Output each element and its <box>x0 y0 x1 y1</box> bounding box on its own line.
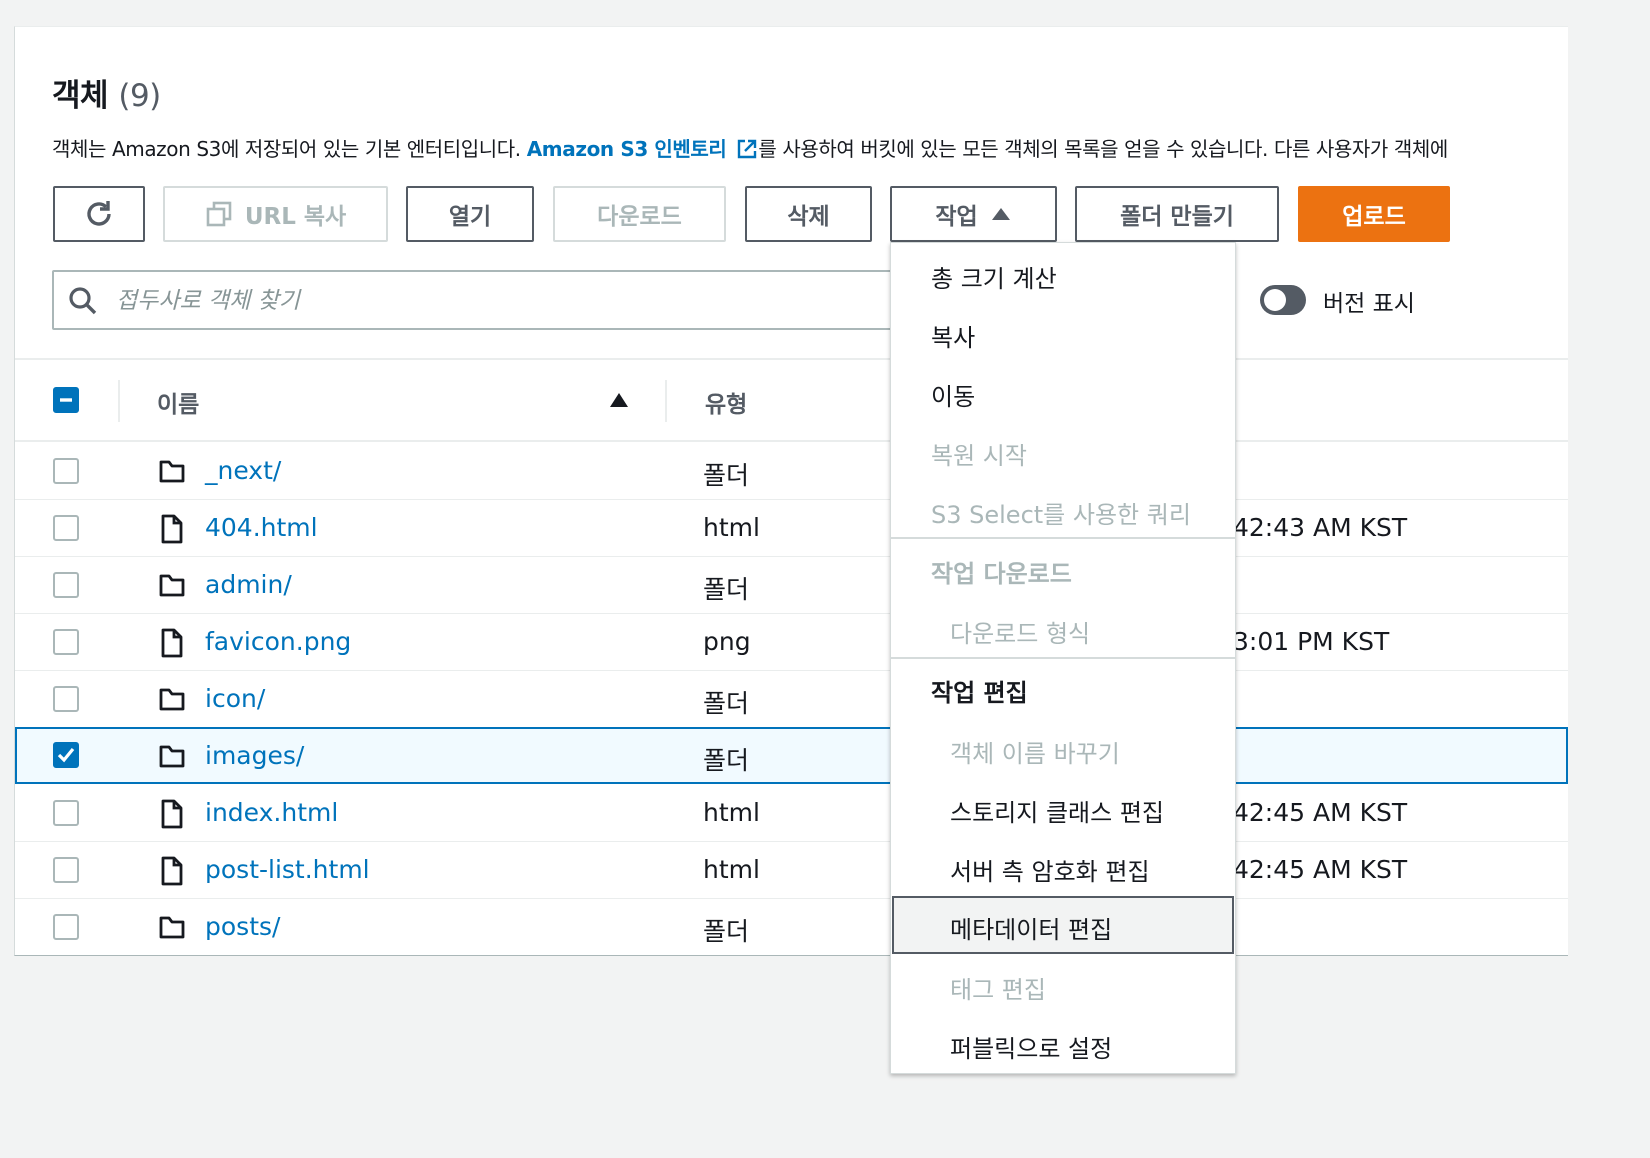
table-row[interactable]: icon/ 폴더 <box>15 671 1568 728</box>
object-type: png <box>703 627 751 656</box>
show-versions-label: 버전 표시 <box>1323 291 1415 317</box>
object-last-modified: 42:45 AM KST <box>1233 855 1408 884</box>
row-checkbox[interactable] <box>53 914 79 940</box>
table-top-divider <box>15 358 1568 360</box>
table-row-selected[interactable]: images/ 폴더 <box>15 727 1568 784</box>
menu-item-initiate-restore[interactable]: 복원 시작 <box>931 436 1027 471</box>
row-checkbox[interactable] <box>53 572 79 598</box>
open-button[interactable]: 열기 <box>406 186 534 242</box>
search-input[interactable] <box>114 280 898 322</box>
row-checkbox[interactable] <box>53 742 79 768</box>
row-checkbox[interactable] <box>53 857 79 883</box>
folder-icon <box>159 574 185 597</box>
object-last-modified: 42:45 AM KST <box>1233 798 1408 827</box>
menu-item-download-as[interactable]: 다운로드 형식 <box>950 614 1090 649</box>
delete-button[interactable]: 삭제 <box>745 186 872 242</box>
file-icon <box>161 514 183 544</box>
row-checkbox[interactable] <box>53 800 79 826</box>
menu-item-query-with-s3-select[interactable]: S3 Select를 사용한 쿼리 <box>931 495 1191 530</box>
object-type: 폴더 <box>703 689 750 718</box>
file-icon <box>161 799 183 829</box>
column-separator <box>665 380 667 422</box>
copy-url-button[interactable]: URL 복사 <box>163 186 388 242</box>
folder-icon <box>159 460 185 483</box>
create-folder-button[interactable]: 폴더 만들기 <box>1075 186 1279 242</box>
menu-item-edit-tags[interactable]: 태그 편집 <box>950 970 1046 1005</box>
object-last-modified: 42:43 AM KST <box>1233 513 1408 542</box>
object-type: 폴더 <box>703 575 750 604</box>
object-name-link[interactable]: favicon.png <box>205 627 351 656</box>
object-count: (9) <box>118 78 161 114</box>
actions-menu: 총 크기 계산 복사 이동 복원 시작 S3 Select를 사용한 쿼리 작업… <box>890 242 1236 1074</box>
page-title: 객체 (9) <box>52 78 161 114</box>
row-checkbox[interactable] <box>53 629 79 655</box>
object-last-modified: 3:01 PM KST <box>1233 627 1390 656</box>
row-checkbox[interactable] <box>53 515 79 541</box>
object-type: html <box>703 513 760 542</box>
object-name-link[interactable]: index.html <box>205 798 338 827</box>
copy-icon <box>206 201 232 227</box>
file-icon <box>161 628 183 658</box>
refresh-button[interactable] <box>53 186 145 242</box>
column-header-name[interactable]: 이름 <box>157 385 199 419</box>
object-name-link[interactable]: 404.html <box>205 513 318 542</box>
sort-ascending-icon[interactable] <box>608 391 630 409</box>
table-header-divider <box>15 440 1568 442</box>
object-name-link[interactable]: admin/ <box>205 570 292 599</box>
indeterminate-icon <box>60 398 72 402</box>
inventory-link[interactable]: Amazon S3 인벤토리 <box>527 137 727 161</box>
external-link-icon[interactable] <box>736 138 758 160</box>
object-type: 폴더 <box>703 461 750 490</box>
object-name-link[interactable]: posts/ <box>205 912 280 941</box>
menu-item-make-public[interactable]: 퍼블릭으로 설정 <box>950 1029 1112 1064</box>
menu-item-edit-encryption[interactable]: 서버 측 암호화 편집 <box>950 852 1150 887</box>
object-type: 폴더 <box>703 746 750 775</box>
download-button[interactable]: 다운로드 <box>553 186 726 242</box>
object-name-link[interactable]: images/ <box>205 741 304 770</box>
object-type: 폴더 <box>703 917 750 946</box>
toggle-knob <box>1264 289 1286 311</box>
menu-group-download-actions: 작업 다운로드 <box>931 560 1072 588</box>
actions-button[interactable]: 작업 <box>890 186 1057 242</box>
folder-icon <box>159 688 185 711</box>
menu-divider <box>891 537 1235 539</box>
object-name-link[interactable]: _next/ <box>205 456 281 485</box>
object-name-link[interactable]: post-list.html <box>205 855 370 884</box>
table-row[interactable]: 404.html html 42:43 AM KST <box>15 500 1568 557</box>
table-row[interactable]: admin/ 폴더 <box>15 557 1568 614</box>
object-name-link[interactable]: icon/ <box>205 684 265 713</box>
folder-icon <box>159 745 185 768</box>
panel-description: 객체는 Amazon S3에 저장되어 있는 기본 엔터티입니다. Amazon… <box>52 137 1448 161</box>
table-row[interactable]: favicon.png png 3:01 PM KST <box>15 614 1568 671</box>
table-row[interactable]: index.html html 42:45 AM KST <box>15 785 1568 842</box>
search-box <box>52 270 912 330</box>
folder-icon <box>159 916 185 939</box>
select-all-checkbox[interactable] <box>53 387 79 413</box>
menu-divider <box>891 657 1235 659</box>
show-versions-toggle[interactable] <box>1260 285 1306 315</box>
table-row[interactable]: post-list.html html 42:45 AM KST <box>15 842 1568 899</box>
table-row[interactable]: posts/ 폴더 <box>15 899 1568 956</box>
menu-item-copy[interactable]: 복사 <box>931 318 975 353</box>
menu-item-edit-storage-class[interactable]: 스토리지 클래스 편집 <box>950 793 1164 828</box>
column-header-type[interactable]: 유형 <box>705 385 747 419</box>
checkmark-icon <box>57 747 75 763</box>
search-icon <box>69 287 97 315</box>
menu-item-edit-metadata[interactable]: 메타데이터 편집 <box>950 910 1112 945</box>
file-icon <box>161 856 183 886</box>
row-checkbox[interactable] <box>53 458 79 484</box>
menu-item-calculate-total-size[interactable]: 총 크기 계산 <box>931 259 1057 294</box>
column-separator <box>118 380 120 422</box>
menu-group-edit-actions: 작업 편집 <box>931 679 1028 707</box>
table-row[interactable]: _next/ 폴더 <box>15 443 1568 500</box>
upload-button[interactable]: 업로드 <box>1298 186 1450 242</box>
menu-item-move[interactable]: 이동 <box>931 377 975 412</box>
object-type: html <box>703 798 760 827</box>
caret-up-icon <box>991 208 1010 220</box>
row-checkbox[interactable] <box>53 686 79 712</box>
refresh-icon <box>87 201 111 226</box>
object-type: html <box>703 855 760 884</box>
menu-item-rename-object[interactable]: 객체 이름 바꾸기 <box>950 734 1120 769</box>
